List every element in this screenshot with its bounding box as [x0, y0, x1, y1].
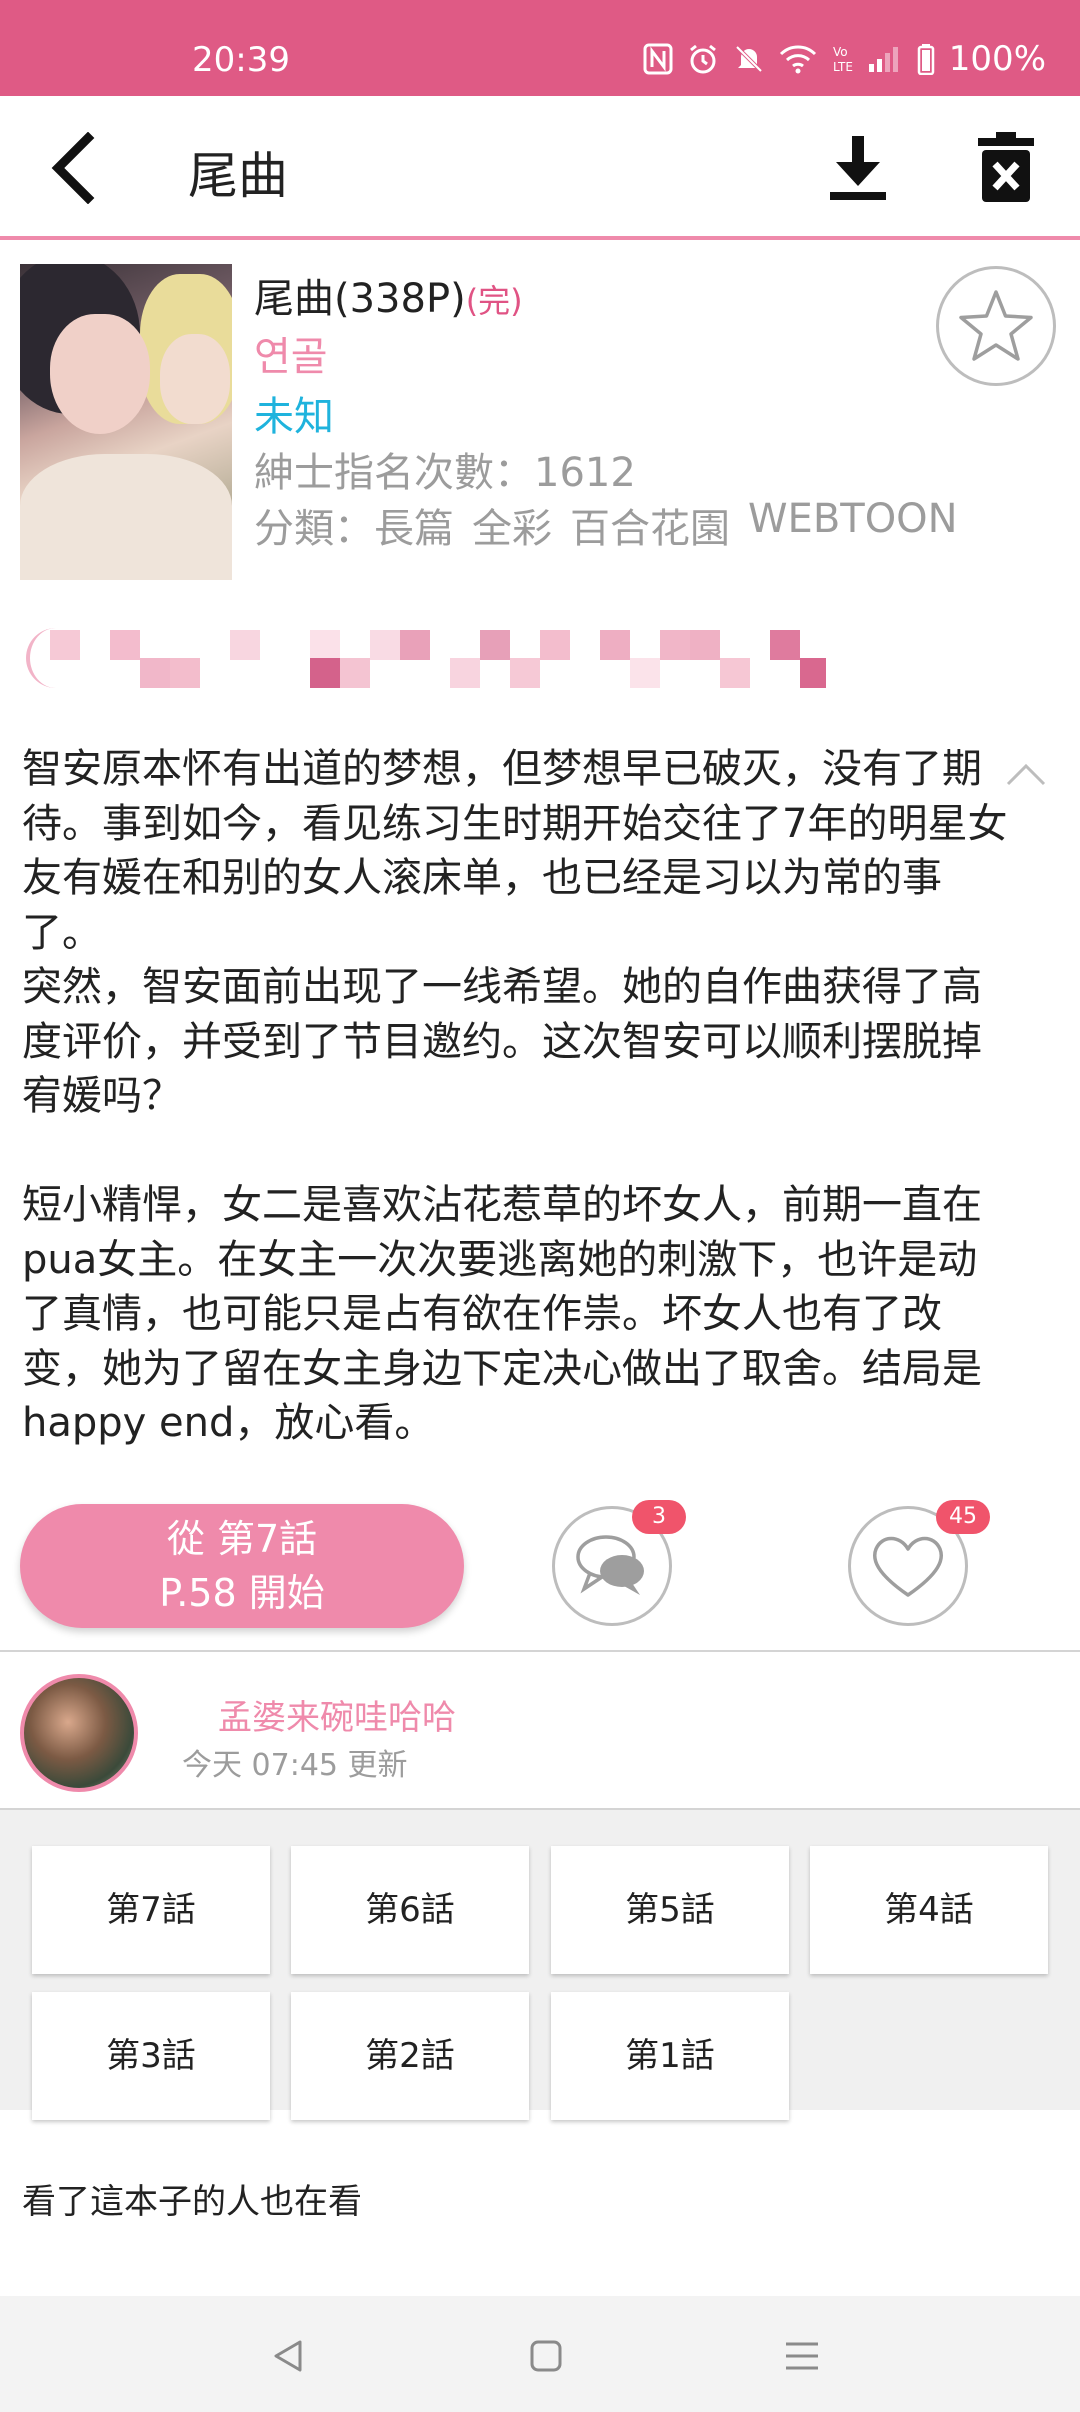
- star-outline-icon: [959, 290, 1033, 361]
- app-bar: 尾曲: [0, 96, 1080, 240]
- page-title: 尾曲: [188, 147, 288, 205]
- chapter-button[interactable]: 第1話: [551, 1992, 789, 2120]
- comic-description: 智安原本怀有出道的梦想，但梦想早已破灭，没有了期待。事到如今，看见练习生时期开始…: [22, 746, 1008, 1446]
- nomination-count: 紳士指名次數：1612: [254, 450, 636, 496]
- chevron-up-icon[interactable]: [1004, 760, 1048, 788]
- chapter-button[interactable]: 第5話: [551, 1846, 789, 1974]
- category-label: 分類：: [254, 506, 374, 552]
- continue-reading-button[interactable]: 從 第7話 P.58 開始: [20, 1504, 464, 1628]
- completed-tag: (完): [465, 282, 523, 320]
- comments-count-badge: 3: [632, 1500, 686, 1534]
- heart-outline-icon: [872, 1536, 944, 1597]
- chapter-button[interactable]: 第3話: [32, 1992, 270, 2120]
- comments-icon: [576, 1535, 644, 1595]
- update-time: 今天 07:45 更新: [182, 1748, 408, 1783]
- tag-item[interactable]: 長篇: [374, 496, 454, 554]
- tag-item[interactable]: 百合花園: [570, 496, 730, 554]
- category-tags: 分類： 長篇 全彩 百合花園 WEBTOON: [254, 496, 976, 554]
- status-time: 20:39: [192, 40, 290, 80]
- likes-count-badge: 45: [936, 1500, 990, 1534]
- chapter-button[interactable]: 第6話: [291, 1846, 529, 1974]
- uploader-name[interactable]: 孟婆来碗哇哈哈: [218, 1690, 456, 1739]
- author-link[interactable]: 연골: [254, 324, 328, 382]
- nav-menu-icon[interactable]: [784, 2338, 820, 2374]
- continue-line1: 從 第7話: [166, 1517, 318, 1561]
- comic-title: 尾曲(338P)(完): [254, 276, 523, 322]
- battery-percent: 100%: [948, 39, 1046, 79]
- signal-icon: [868, 47, 898, 72]
- download-icon[interactable]: [826, 132, 890, 204]
- blurred-banner: [26, 628, 826, 688]
- back-icon[interactable]: [44, 132, 104, 204]
- chapter-button[interactable]: 第2話: [291, 1992, 529, 2120]
- alarm-icon: [689, 44, 716, 74]
- cover-image[interactable]: [20, 264, 232, 580]
- uploader-avatar[interactable]: [20, 1674, 138, 1792]
- nfc-icon: [643, 43, 673, 75]
- battery-icon: [917, 44, 935, 75]
- continue-line2: P.58 開始: [159, 1571, 325, 1615]
- delete-icon[interactable]: [976, 130, 1036, 204]
- status-bar: 20:39 Vo LTE 100%: [0, 0, 1080, 96]
- chapter-button[interactable]: 第4話: [810, 1846, 1048, 1974]
- divider: [0, 1650, 1080, 1652]
- related-section-title: 看了這本子的人也在看: [22, 2182, 362, 2222]
- svg-text:LTE: LTE: [833, 60, 853, 74]
- mute-icon: [735, 45, 763, 73]
- svg-text:Vo: Vo: [833, 45, 848, 59]
- chapter-grid: 第7話 第6話 第5話 第4話 第3話 第2話 第1話: [0, 1810, 1080, 2120]
- chapter-button[interactable]: 第7話: [32, 1846, 270, 1974]
- wifi-icon: [779, 45, 816, 74]
- nav-back-icon[interactable]: [270, 2338, 306, 2374]
- tag-item[interactable]: WEBTOON: [748, 496, 958, 554]
- tag-item[interactable]: 全彩: [472, 496, 552, 554]
- favorite-button[interactable]: [936, 266, 1056, 386]
- system-nav-bar: [0, 2296, 1080, 2412]
- volte-icon: VoLTE: [833, 45, 853, 74]
- nav-home-icon[interactable]: [528, 2338, 564, 2374]
- status-icons: Vo LTE 100%: [643, 0, 1046, 96]
- group-link[interactable]: 未知: [254, 384, 334, 442]
